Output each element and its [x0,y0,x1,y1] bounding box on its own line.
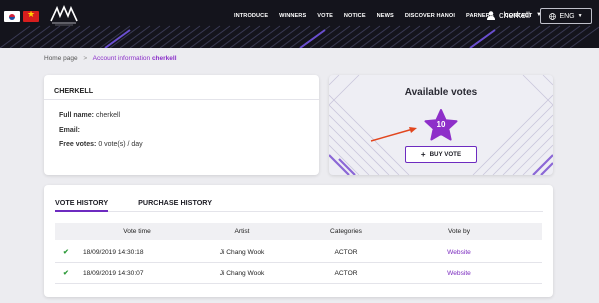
buy-vote-button[interactable]: + BUY VOTE [405,146,477,163]
column-vote-by: Vote by [448,228,470,235]
column-categories: Categories [330,228,362,235]
active-tab-indicator [55,210,108,212]
globe-icon [549,12,557,20]
free-votes-label: Free votes: [59,141,97,148]
username: cherkell [499,10,531,20]
vote-time-cell: 18/09/2019 14:30:07 [83,270,144,277]
user-icon [487,10,495,20]
column-vote-time: Vote time [123,228,151,235]
language-select[interactable]: ENG ▼ [540,8,592,24]
breadcrumb: Home page > Account information cherkell [44,55,177,62]
vote-time-cell: 18/09/2019 14:30:18 [83,249,144,256]
arrow-icon [370,127,417,142]
site-logo[interactable] [49,4,79,26]
tab-purchase-history[interactable]: PURCHASE HISTORY [138,198,212,207]
category-cell: ACTOR [334,249,358,256]
table-row: ✔ 18/09/2019 14:30:07 Ji Chang Wook ACTO… [55,264,542,284]
breadcrumb-home[interactable]: Home page [44,55,78,62]
email-label: Email: [59,127,81,134]
full-name-row: Full name: cherkell [59,112,120,119]
check-icon: ✔ [63,249,69,256]
category-cell: ACTOR [334,270,358,277]
nav-introduce[interactable]: INTRODUCE [234,12,268,20]
plus-icon: + [420,150,426,159]
table-header: Vote time Artist Categories Vote by [55,223,542,240]
available-votes-title: Available votes [404,87,478,98]
table-row: ✔ 18/09/2019 14:30:18 Ji Chang Wook ACTO… [55,243,542,263]
divider [44,99,319,100]
available-votes-card: Available votes 10 + BUY VOTE [329,75,553,175]
history-card: VOTE HISTORY PURCHASE HISTORY Vote time … [44,185,553,297]
email-row: Email: [59,127,80,134]
breadcrumb-current: Account information cherkell [93,55,177,62]
nav-discover-hanoi[interactable]: DISCOVER HANOI [405,12,455,20]
full-name-label: Full name: [59,112,95,119]
korea-flag-icon[interactable] [4,11,20,22]
vietnam-flag-icon[interactable] [23,11,39,22]
account-title: CHERKELL [54,86,94,95]
check-icon: ✔ [63,270,69,277]
vote-by-link[interactable]: Website [447,270,471,277]
top-navbar: INTRODUCE WINNERS VOTE NOTICE NEWS DISCO… [0,0,599,48]
nav-vote[interactable]: VOTE [317,12,333,20]
vote-by-link[interactable]: Website [447,249,471,256]
account-info-card: CHERKELL Full name: cherkell Email: Free… [44,75,319,175]
artist-cell: Ji Chang Wook [219,270,265,277]
buy-vote-label: BUY VOTE [429,151,462,158]
language-flags [4,11,39,22]
breadcrumb-separator: > [83,55,88,62]
nav-news[interactable]: NEWS [377,12,394,20]
history-tabs: VOTE HISTORY PURCHASE HISTORY [55,198,242,207]
breadcrumb-current-label: Account information [92,55,151,62]
tab-vote-history[interactable]: VOTE HISTORY [55,198,108,207]
nav-winners[interactable]: WINNERS [279,12,306,20]
free-votes-value: 0 vote(s) / day [98,141,143,148]
votes-count: 10 [436,120,446,129]
nav-notice[interactable]: NOTICE [344,12,366,20]
tab-divider [55,211,543,212]
full-name-value: cherkell [95,112,121,119]
column-artist: Artist [234,228,250,235]
artist-cell: Ji Chang Wook [219,249,265,256]
language-value: ENG [559,12,575,20]
header-background-pattern [0,25,599,48]
free-votes-row: Free votes: 0 vote(s) / day [59,141,143,148]
user-menu[interactable]: cherkell ▼ [487,10,542,20]
breadcrumb-current-user: cherkell [151,55,177,62]
chevron-down-icon: ▼ [577,13,583,19]
